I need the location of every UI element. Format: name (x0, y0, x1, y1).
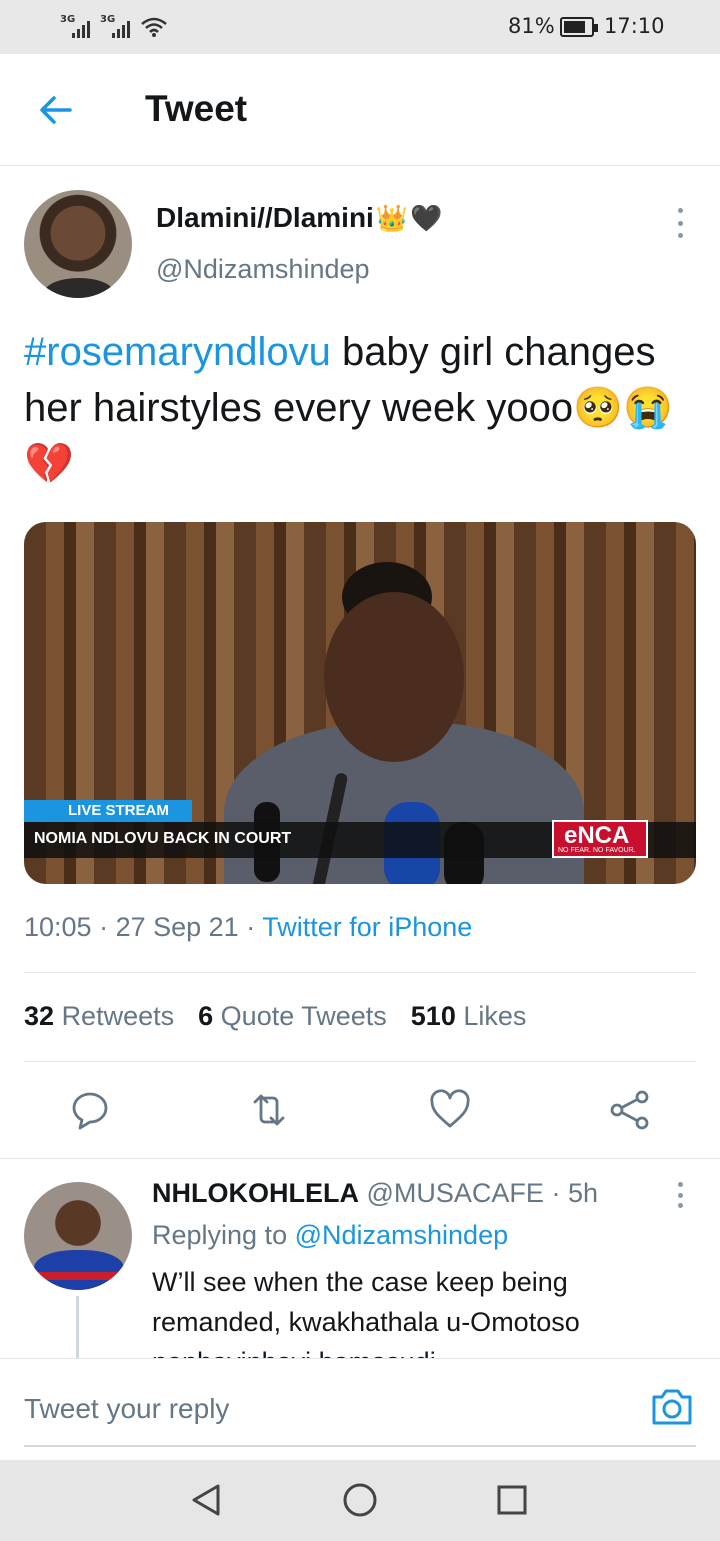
quotes-count: 6 (198, 1001, 214, 1031)
author-handle[interactable]: @Ndizamshindep (156, 254, 370, 285)
reply-composer[interactable]: Tweet your reply (0, 1358, 720, 1458)
author-name-text: Dlamini//Dlamini (156, 202, 374, 233)
share-icon[interactable] (608, 1088, 652, 1132)
reply-age: 5h (567, 1178, 598, 1208)
reply-icon[interactable] (68, 1088, 112, 1132)
reply-text: W’ll see when the case keep being remand… (152, 1267, 580, 1358)
battery-percent: 81% (508, 14, 555, 38)
more-options-icon[interactable] (670, 208, 690, 238)
tweet-timestamp: 10:05 · 27 Sep 21 · Twitter for iPhone (24, 912, 473, 942)
replying-prefix: Replying to (152, 1220, 295, 1250)
likes-count: 510 (410, 1001, 456, 1031)
signal-bars-icon (72, 20, 90, 38)
quotes-stat[interactable]: 6 Quote Tweets (198, 1001, 387, 1032)
reply-author-name[interactable]: NHLOKOHLELA (152, 1178, 359, 1208)
composer-underline (24, 1445, 696, 1447)
retweet-icon[interactable] (247, 1088, 291, 1132)
status-clock: 17:10 (604, 14, 665, 38)
tweet-media-video[interactable]: LIVE STREAM NOMIA NDLOVU BACK IN COURT e… (24, 522, 696, 884)
author-avatar[interactable] (24, 190, 132, 298)
app-header: Tweet (0, 54, 720, 166)
reply-more-options-icon[interactable] (672, 1182, 688, 1208)
divider (0, 1158, 720, 1159)
reply-input[interactable]: Tweet your reply (24, 1393, 229, 1425)
signal-bars-icon (112, 20, 130, 38)
live-stream-label: LIVE STREAM (24, 800, 192, 822)
divider (24, 1061, 696, 1062)
tweet-text: #rosemaryndlovu baby girl changes her ha… (24, 324, 694, 492)
divider (24, 972, 696, 973)
like-icon[interactable] (428, 1088, 472, 1132)
retweets-count: 32 (24, 1001, 55, 1031)
battery-icon (560, 17, 598, 37)
tweet-date: 27 Sep 21 (115, 912, 239, 942)
thread-line (76, 1296, 79, 1360)
page-title: Tweet (145, 88, 248, 129)
status-bar: 3G 3G 81% 17:10 (0, 0, 720, 54)
likes-label: Likes (463, 1001, 527, 1031)
system-nav-bar (0, 1460, 720, 1541)
reply-author-avatar[interactable] (24, 1182, 132, 1290)
retweets-label: Retweets (61, 1001, 175, 1031)
crown-emoji: 👑 (375, 202, 409, 233)
black-heart-emoji: 🖤 (410, 202, 443, 233)
camera-icon[interactable] (650, 1387, 694, 1427)
back-triangle-icon[interactable] (186, 1480, 226, 1520)
channel-tagline: NO FEAR. NO FAVOUR. (558, 847, 636, 854)
replying-to: Replying to @Ndizamshindep (152, 1220, 508, 1251)
reply-author-handle[interactable]: @MUSACAFE (367, 1178, 544, 1208)
battery-fill (564, 21, 585, 33)
channel-logo: eNCA NO FEAR. NO FAVOUR. (552, 820, 648, 858)
news-headline: NOMIA NDLOVU BACK IN COURT (34, 830, 292, 847)
channel-logo-text: eNCA (564, 822, 630, 849)
replying-to-link[interactable]: @Ndizamshindep (295, 1220, 509, 1250)
tweet-stats: 32 Retweets 6 Quote Tweets 510 Likes (24, 1001, 526, 1032)
recents-square-icon[interactable] (492, 1480, 532, 1520)
author-name[interactable]: Dlamini//Dlamini 👑 🖤 (156, 202, 443, 234)
tweet-time: 10:05 (24, 912, 92, 942)
wifi-icon (141, 17, 167, 37)
reply-header: NHLOKOHLELA @MUSACAFE · 5h (152, 1178, 598, 1208)
tweet-source-link[interactable]: Twitter for iPhone (262, 912, 472, 942)
likes-stat[interactable]: 510 Likes (411, 1001, 527, 1032)
retweets-stat[interactable]: 32 Retweets (24, 1001, 174, 1032)
hashtag-link[interactable]: #rosemaryndlovu (24, 330, 331, 374)
arrow-left-icon[interactable] (36, 90, 76, 130)
home-circle-icon[interactable] (340, 1480, 380, 1520)
quotes-label: Quote Tweets (220, 1001, 387, 1031)
